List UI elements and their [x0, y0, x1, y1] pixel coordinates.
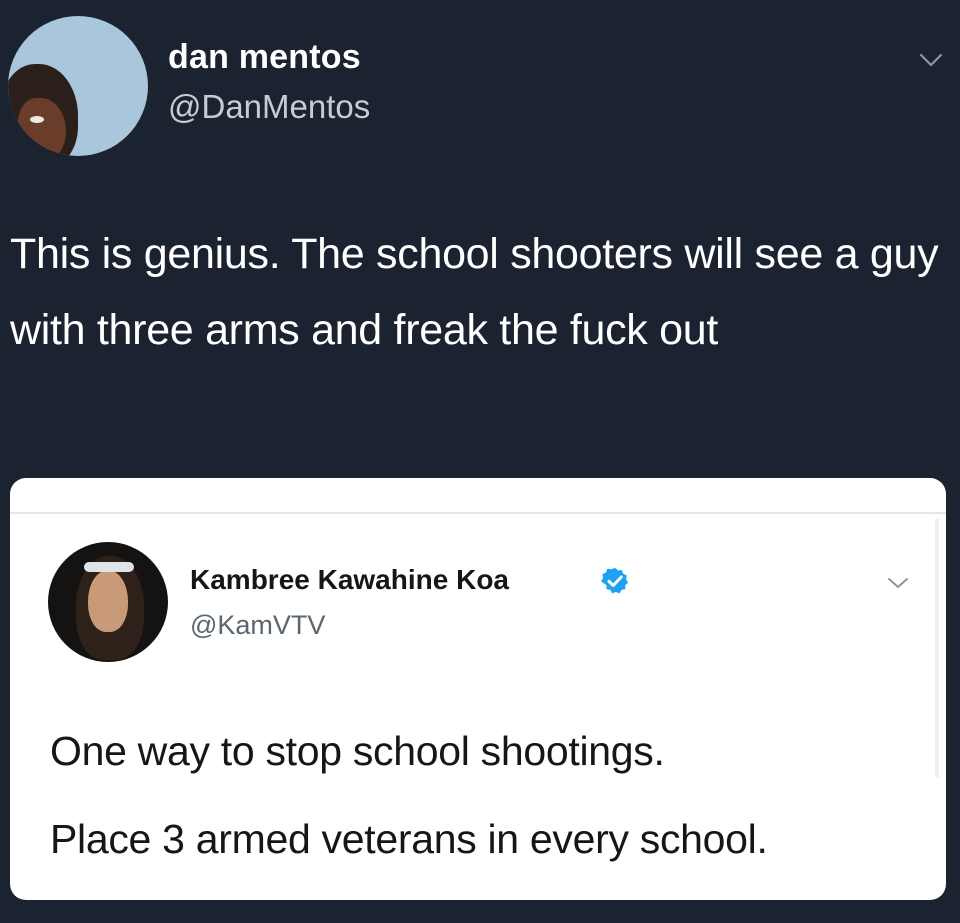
- avatar[interactable]: [8, 16, 148, 156]
- card-divider: [10, 512, 946, 514]
- display-name[interactable]: dan mentos: [168, 38, 361, 77]
- outer-tweet: dan mentos @DanMentos This is genius. Th…: [0, 0, 960, 923]
- avatar-eye: [30, 116, 44, 123]
- quoted-avatar-headband: [84, 562, 134, 572]
- chevron-down-icon[interactable]: [918, 50, 944, 70]
- quoted-tweet-text-line: Place 3 armed veterans in every school.: [50, 816, 768, 862]
- user-handle[interactable]: @DanMentos: [168, 88, 370, 126]
- quoted-user-handle[interactable]: @KamVTV: [190, 610, 325, 641]
- verified-badge-icon: [601, 567, 629, 594]
- quoted-tweet-text-line: One way to stop school shootings.: [50, 728, 665, 774]
- quoted-tweet-card[interactable]: Kambree Kawahine Koa @KamVTV One way to …: [10, 478, 946, 900]
- chevron-down-icon[interactable]: [886, 574, 910, 592]
- quoted-avatar-face: [88, 570, 128, 632]
- tweet-text: This is genius. The school shooters will…: [10, 230, 939, 354]
- scrollbar[interactable]: [935, 518, 939, 778]
- quoted-display-name[interactable]: Kambree Kawahine Koa: [190, 564, 509, 596]
- quoted-avatar[interactable]: [48, 542, 168, 662]
